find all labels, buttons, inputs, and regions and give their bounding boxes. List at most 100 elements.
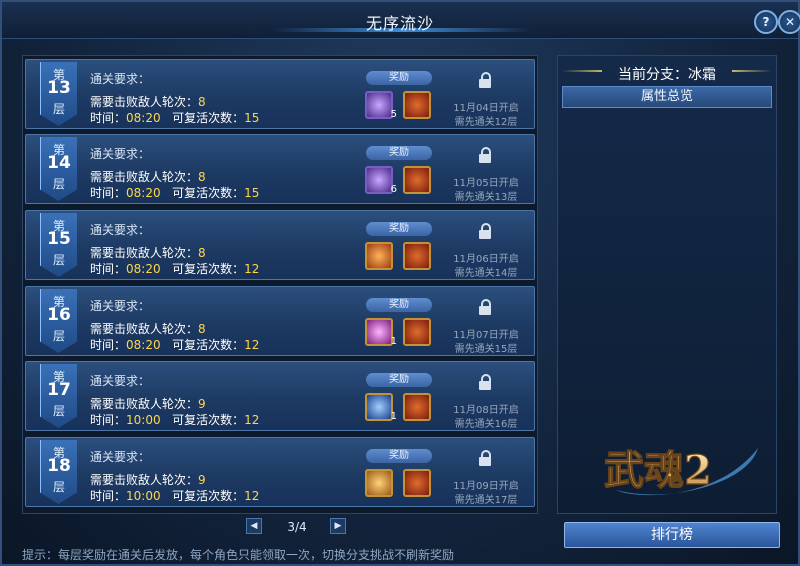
reward-tag: 奖励 [366,146,432,160]
reward-tag: 奖励 [366,222,432,236]
branch-ornament-right [732,70,772,72]
prerequisite: 需先通关12层 [454,117,518,128]
time-requirement: 时间：10:00 可复活次数：12 [90,411,259,428]
defeat-requirement: 需要击败敌人轮次：8 [90,244,206,261]
purple-crystal-icon[interactable]: 6 [365,166,397,195]
tip-text: 提示：每层奖励在通关后发放，每个角色只能领取一次，切换分支挑战不刷新奖励 [22,548,455,562]
lock-icon [478,72,492,88]
revive-count: 15 [244,111,260,125]
floor-banner-bottom: 层 [52,404,65,418]
revive-prefix: 可复活次数： [172,489,245,503]
floor-row[interactable]: 第 18 层 通关要求： 需要击败敌人轮次：9 时间：10:00 可复活次数：1… [25,437,535,507]
lock-icon [478,147,492,163]
floor-number: 16 [47,305,71,325]
time-prefix: 时间： [90,262,127,276]
requirement-label: 通关要求： [90,374,151,388]
title-bar: 无序流沙 [2,2,798,39]
reward-tag: 奖励 [366,298,432,312]
close-button[interactable]: ✕ [778,10,800,34]
defeat-rounds: 8 [198,246,206,260]
time-prefix: 时间： [90,413,127,427]
revive-prefix: 可复活次数： [172,186,245,200]
time-requirement: 时间：08:20 可复活次数：15 [90,109,259,126]
defeat-rounds: 9 [198,397,206,411]
fire-emblem-icon[interactable] [403,469,431,497]
defeat-prefix: 需要击败敌人轮次： [90,322,199,336]
floor-row[interactable]: 第 17 层 通关要求： 需要击败敌人轮次：9 时间：10:00 可复活次数：1… [25,361,535,431]
prerequisite: 需先通关15层 [454,344,518,355]
bag-icon[interactable] [365,242,393,270]
prerequisite: 需先通关14层 [454,268,518,279]
defeat-rounds: 8 [198,170,206,184]
floor-number: 13 [47,78,71,98]
revive-count: 12 [244,413,260,427]
defeat-prefix: 需要击败敌人轮次： [90,95,199,109]
floor-row[interactable]: 第 16 层 通关要求： 需要击败敌人轮次：8 时间：08:20 可复活次数：1… [25,286,535,356]
time-limit: 08:20 [126,338,161,352]
lock-icon [478,299,492,315]
pink-gem-icon[interactable]: 1 [365,318,397,347]
lock-icon [478,223,492,239]
floor-banner-bottom: 层 [52,480,65,494]
defeat-rounds: 8 [198,95,206,109]
revive-prefix: 可复活次数： [172,262,245,276]
defeat-prefix: 需要击败敌人轮次： [90,170,199,184]
open-date: 11月04日开启 [453,103,519,114]
floor-banner-bottom: 层 [52,253,65,267]
requirement-label: 通关要求： [90,147,151,161]
floor-number: 17 [47,380,71,400]
attribute-overview-tab[interactable]: 属性总览 [562,86,772,108]
fire-emblem-icon[interactable] [403,242,431,270]
open-date: 11月06日开启 [453,254,519,265]
fire-emblem-icon[interactable] [403,318,431,346]
next-page-button[interactable]: ▶ [330,518,346,534]
help-button[interactable]: ? [754,10,778,34]
purple-crystal-icon[interactable]: 5 [365,91,397,120]
floor-banner-bottom: 层 [52,177,65,191]
fire-emblem-icon[interactable] [403,166,431,194]
requirement-label: 通关要求： [90,72,151,86]
reward-tag: 奖励 [366,449,432,463]
floor-number: 14 [47,153,71,173]
open-date: 11月08日开启 [453,405,519,416]
prev-page-button[interactable]: ◀ [246,518,262,534]
requirement-label: 通关要求： [90,223,151,237]
time-prefix: 时间： [90,111,127,125]
time-prefix: 时间： [90,186,127,200]
revive-prefix: 可复活次数： [172,413,245,427]
floor-row[interactable]: 第 15 层 通关要求： 需要击败敌人轮次：8 时间：08:20 可复活次数：1… [25,210,535,280]
fire-emblem-icon[interactable] [403,393,431,421]
defeat-rounds: 8 [198,322,206,336]
game-logo: 武魂2 [603,446,758,496]
open-date: 11月05日开启 [453,178,519,189]
prerequisite: 需先通关13层 [454,192,518,203]
defeat-prefix: 需要击败敌人轮次： [90,246,199,260]
moon-icon[interactable]: 1 [365,393,397,422]
floor-row[interactable]: 第 14 层 通关要求： 需要击败敌人轮次：8 时间：08:20 可复活次数：1… [25,134,535,204]
reward-count: 6 [390,184,397,195]
branch-title: 当前分支：冰霜 [618,67,716,83]
requirement-label: 通关要求： [90,450,151,464]
time-limit: 08:20 [126,111,161,125]
fire-emblem-icon[interactable] [403,91,431,119]
chest-icon[interactable] [365,469,393,497]
revive-prefix: 可复活次数： [172,338,245,352]
time-limit: 08:20 [126,262,161,276]
floor-row[interactable]: 第 13 层 通关要求： 需要击败敌人轮次：8 时间：08:20 可复活次数：1… [25,59,535,129]
time-requirement: 时间：08:20 可复活次数：12 [90,260,259,277]
time-prefix: 时间： [90,338,127,352]
reward-tag: 奖励 [366,71,432,85]
floor-banner-bottom: 层 [52,102,65,116]
defeat-requirement: 需要击败敌人轮次：8 [90,320,206,337]
leaderboard-button[interactable]: 排行榜 [564,522,780,548]
time-requirement: 时间：08:20 可复活次数：12 [90,336,259,353]
time-limit: 10:00 [126,489,161,503]
revive-prefix: 可复活次数： [172,111,245,125]
time-limit: 10:00 [126,413,161,427]
time-requirement: 时间：10:00 可复活次数：12 [90,487,259,504]
floor-banner: 第 16 层 [40,289,77,353]
lock-icon [478,450,492,466]
requirement-label: 通关要求： [90,299,151,313]
page-indicator: 3/4 [287,520,307,534]
defeat-prefix: 需要击败敌人轮次： [90,473,199,487]
